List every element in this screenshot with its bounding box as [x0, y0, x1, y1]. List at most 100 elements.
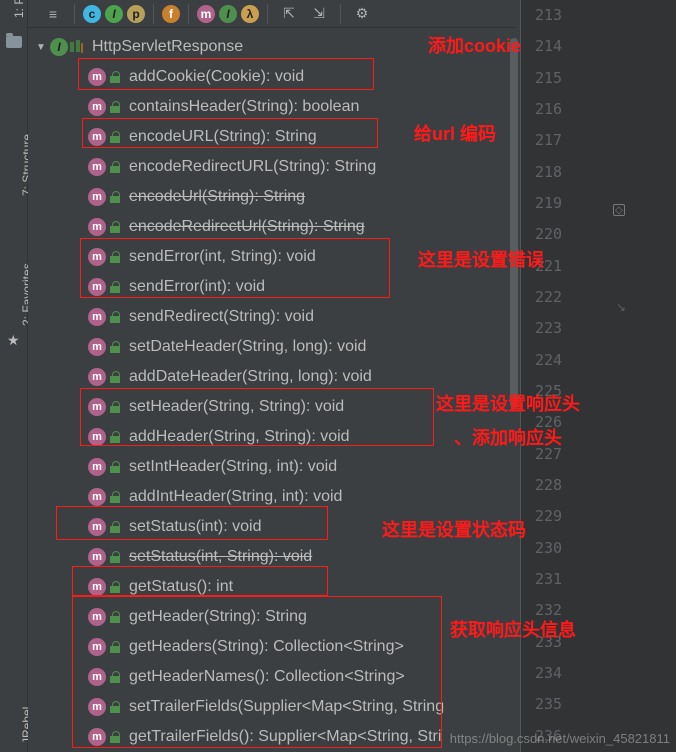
line-number: 217	[535, 131, 562, 149]
method-icon: m	[88, 278, 106, 296]
method-label: sendRedirect(String): void	[129, 308, 314, 326]
tree-method[interactable]: m encodeRedirectUrl(String): String	[28, 212, 520, 242]
tree-method[interactable]: m sendError(int): void	[28, 272, 520, 302]
line-number: 231	[535, 570, 562, 588]
scrollbar-thumb[interactable]	[510, 38, 518, 408]
method-label: getHeaderNames(): Collection<String>	[129, 668, 405, 686]
method-label: encodeRedirectURL(String): String	[129, 158, 376, 176]
method-label: setTrailerFields(Supplier<Map<String, St…	[129, 698, 444, 716]
method-icon: m	[88, 638, 106, 656]
method-label: addCookie(Cookie): void	[129, 68, 304, 86]
settings-icon[interactable]: ⚙	[349, 3, 375, 25]
project-tool-label[interactable]: 1: P	[12, 0, 26, 18]
lock-icon	[109, 671, 121, 683]
method-label: getStatus(): int	[129, 578, 233, 596]
structure-toolbar: ≡ c I p f m I λ ⇱ ⇲ ⚙	[28, 0, 516, 28]
tree-method[interactable]: msetStatus(int): void	[28, 512, 520, 542]
tree-method[interactable]: m encodeURL(String): String	[28, 122, 520, 152]
fold-arrow-icon[interactable]: ↘	[616, 300, 626, 314]
line-number: 218	[535, 163, 562, 181]
separator	[188, 4, 189, 24]
fold-icon[interactable]: ◇	[613, 204, 625, 216]
method-icon: m	[88, 608, 106, 626]
lock-icon	[109, 521, 121, 533]
line-number: 234	[535, 664, 562, 682]
field-icon[interactable]: f	[162, 5, 180, 23]
method-icon: m	[88, 668, 106, 686]
method-label: setIntHeader(String, int): void	[129, 458, 337, 476]
tree-method[interactable]: m getHeader(String): String	[28, 602, 520, 632]
line-number: 225	[535, 382, 562, 400]
line-number: 224	[535, 351, 562, 369]
interface-icon[interactable]: I	[219, 5, 237, 23]
method-label: getHeader(String): String	[129, 608, 307, 626]
expand-icon[interactable]: ⇱	[276, 3, 302, 25]
method-label: addDateHeader(String, long): void	[129, 368, 372, 386]
separator	[74, 4, 75, 24]
lock-icon	[109, 611, 121, 623]
collapse-icon[interactable]: ⇲	[306, 3, 332, 25]
tree-method[interactable]: msetTrailerFields(Supplier<Map<String, S…	[28, 692, 520, 722]
tree-root-label: HttpServletResponse	[92, 38, 243, 56]
method-icon[interactable]: m	[197, 5, 215, 23]
method-icon: m	[88, 308, 106, 326]
method-label: sendError(int): void	[129, 278, 265, 296]
lock-icon	[109, 131, 121, 143]
lock-icon	[109, 161, 121, 173]
line-number: 214	[535, 37, 562, 55]
method-label: encodeRedirectUrl(String): String	[129, 218, 365, 236]
tree-method[interactable]: mgetStatus(): int	[28, 572, 520, 602]
lock-icon	[109, 371, 121, 383]
tree-method[interactable]: m getHeaderNames(): Collection<String>	[28, 662, 520, 692]
tree-scrollbar[interactable]	[508, 28, 520, 752]
line-number: 235	[535, 695, 562, 713]
tree-method[interactable]: msetHeader(String, String): void	[28, 392, 520, 422]
lock-icon	[109, 281, 121, 293]
tree-root[interactable]: ▼IHttpServletResponse	[28, 32, 520, 62]
method-icon: m	[88, 368, 106, 386]
tree-method[interactable]: mcontainsHeader(String): boolean	[28, 92, 520, 122]
line-number: 216	[535, 100, 562, 118]
class-icon[interactable]: c	[83, 5, 101, 23]
method-icon: m	[88, 458, 106, 476]
tree-method[interactable]: m addCookie(Cookie): void	[28, 62, 520, 92]
lock-icon	[109, 731, 121, 743]
property-icon[interactable]: p	[127, 5, 145, 23]
tree-method[interactable]: m addHeader(String, String): void	[28, 422, 520, 452]
tree-method[interactable]: m sendRedirect(String): void	[28, 302, 520, 332]
method-icon: m	[88, 428, 106, 446]
lock-icon	[109, 101, 121, 113]
interface-filter-icon[interactable]: I	[105, 5, 123, 23]
method-icon: m	[88, 128, 106, 146]
tree-method[interactable]: m getHeaders(String): Collection<String>	[28, 632, 520, 662]
tree-method[interactable]: msetStatus(int, String): void	[28, 542, 520, 572]
lock-icon	[109, 461, 121, 473]
tree-method[interactable]: msetDateHeader(String, long): void	[28, 332, 520, 362]
tree-method[interactable]: msendError(int, String): void	[28, 242, 520, 272]
tree-method[interactable]: m addDateHeader(String, long): void	[28, 362, 520, 392]
lock-icon	[109, 251, 121, 263]
expand-arrow-icon[interactable]: ▼	[36, 42, 50, 53]
method-icon: m	[88, 218, 106, 236]
lock-icon	[109, 71, 121, 83]
sort-az-icon[interactable]: ≡	[40, 3, 66, 25]
anon-icon[interactable]: λ	[241, 5, 259, 23]
line-number: 219	[535, 194, 562, 212]
tree-method[interactable]: mgetTrailerFields(): Supplier<Map<String…	[28, 722, 520, 752]
tree-method[interactable]: m setIntHeader(String, int): void	[28, 452, 520, 482]
line-number: 229	[535, 507, 562, 525]
tree-method[interactable]: mencodeRedirectURL(String): String	[28, 152, 520, 182]
line-number: 220	[535, 225, 562, 243]
tree-method[interactable]: mencodeUrl(String): String	[28, 182, 520, 212]
method-label: addIntHeader(String, int): void	[129, 488, 342, 506]
structure-tree[interactable]: ▼IHttpServletResponse m addCookie(Cookie):…	[28, 28, 520, 752]
line-number: 215	[535, 69, 562, 87]
library-icon	[70, 40, 84, 54]
method-label: encodeURL(String): String	[129, 128, 317, 146]
method-label: containsHeader(String): boolean	[129, 98, 359, 116]
method-label: addHeader(String, String): void	[129, 428, 350, 446]
tree-method[interactable]: maddIntHeader(String, int): void	[28, 482, 520, 512]
method-label: getHeaders(String): Collection<String>	[129, 638, 404, 656]
method-label: setStatus(int): void	[129, 518, 262, 536]
method-icon: m	[88, 68, 106, 86]
